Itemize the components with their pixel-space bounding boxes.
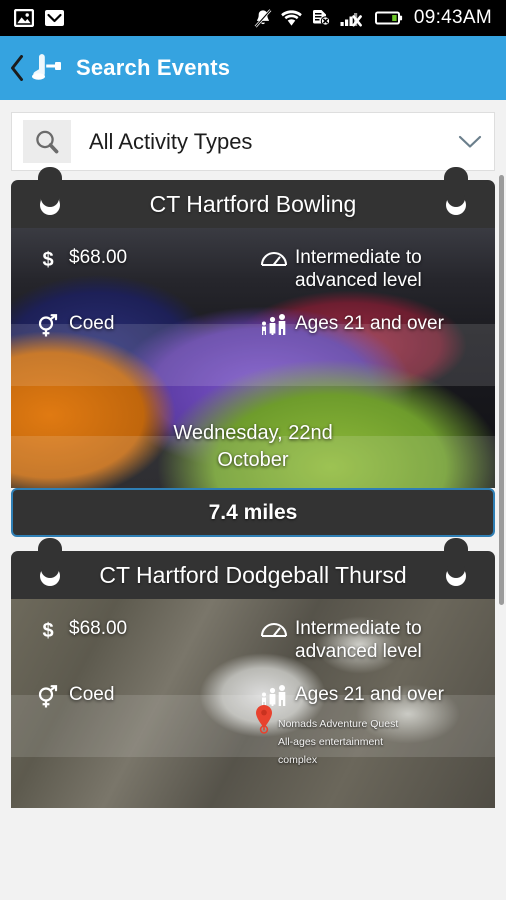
detail-value: $68.00 [69, 618, 128, 639]
map-pin-icon [256, 705, 272, 734]
detail-skill-level: Intermediate to advanced level [253, 617, 479, 663]
event-card-bowling[interactable]: CT Hartford Bowling $ $68.00 Intermediat… [11, 167, 495, 537]
detail-row: $ $68.00 Intermediate to advanced level [27, 246, 479, 292]
mute-bell-icon [254, 8, 272, 27]
map-pin-label: Nomads Adventure Quest All-ages entertai… [278, 714, 398, 768]
detail-value: Coed [69, 313, 115, 334]
event-details: $ $68.00 Intermediate to advanced level … [11, 228, 495, 338]
dollar-icon: $ [27, 617, 69, 641]
page-title: Search Events [76, 55, 231, 80]
search-icon [23, 120, 71, 163]
detail-age: Ages 21 and over [253, 312, 479, 336]
event-details: $ $68.00 Intermediate to advanced level … [11, 599, 495, 709]
event-card-body: $ $68.00 Intermediate to advanced level … [11, 228, 495, 488]
map-pin-group: Nomads Adventure Quest All-ages entertai… [254, 704, 398, 768]
back-chevron-icon[interactable] [10, 55, 24, 81]
card-hook-hole-right-icon [446, 565, 466, 586]
map-pin-desc-line2: complex [278, 754, 318, 766]
event-title: CT Hartford Dodgeball Thursd [99, 561, 407, 588]
event-list: CT Hartford Bowling $ $68.00 Intermediat… [0, 167, 506, 808]
svg-text:$: $ [42, 249, 53, 270]
wifi-icon [281, 10, 302, 26]
gender-coed-icon [27, 683, 69, 709]
gauge-icon [253, 246, 295, 268]
status-bar-notifications [8, 9, 65, 27]
vertical-scrollbar[interactable] [499, 175, 504, 605]
action-bar: Search Events [0, 36, 506, 100]
detail-value: $68.00 [69, 247, 128, 268]
event-date-line2: October [217, 449, 289, 471]
chevron-down-icon[interactable] [458, 135, 482, 149]
event-distance: 7.4 miles [208, 500, 298, 524]
detail-value: Coed [69, 684, 115, 705]
detail-row: $ $68.00 Intermediate to advanced level [27, 617, 479, 663]
card-header: CT Hartford Dodgeball Thursd [11, 551, 495, 599]
detail-price: $ $68.00 [27, 246, 253, 270]
detail-value: Intermediate to advanced level [295, 618, 422, 662]
event-card-body: $ $68.00 Intermediate to advanced level … [11, 599, 495, 808]
svg-text:$: $ [42, 620, 53, 641]
detail-gender: Coed [27, 312, 253, 338]
event-title: CT Hartford Bowling [149, 190, 357, 217]
event-card-dodgeball[interactable]: CT Hartford Dodgeball Thursd $ $68.00 In… [11, 538, 495, 808]
gender-coed-icon [27, 312, 69, 338]
card-hook-hole-left-icon [40, 194, 60, 215]
mail-icon [45, 10, 64, 26]
app-logo-icon[interactable] [30, 53, 64, 83]
event-date: Wednesday, 22nd October [11, 420, 495, 474]
detail-skill-level: Intermediate to advanced level [253, 246, 479, 292]
search-section: All Activity Types [0, 100, 506, 171]
event-distance-footer[interactable]: 7.4 miles [11, 488, 495, 537]
status-bar: 09:43AM [0, 0, 506, 36]
detail-value: Ages 21 and over [295, 313, 444, 334]
activity-type-select[interactable]: All Activity Types [11, 112, 495, 171]
app-screen: 09:43AM Search Events All Activity Types [0, 0, 506, 900]
people-ages-icon [253, 312, 295, 336]
battery-icon [374, 11, 402, 25]
event-date-line1: Wednesday, 22nd [173, 422, 333, 444]
signal-bars-x-icon [340, 12, 362, 26]
image-icon [14, 9, 34, 27]
map-pin-desc-line1: All-ages entertainment [278, 736, 384, 748]
detail-gender: Coed [27, 683, 253, 709]
card-hook-hole-right-icon [446, 194, 466, 215]
detail-row: Coed Ages 21 and over [27, 312, 479, 338]
status-bar-clock: 09:43AM [413, 7, 492, 28]
gauge-icon [253, 617, 295, 639]
detail-row: Coed Ages 21 and over [27, 683, 479, 709]
status-bar-system-icons: 09:43AM [254, 7, 498, 29]
map-pin-name: Nomads Adventure Quest [278, 718, 399, 730]
dollar-icon: $ [27, 246, 69, 270]
detail-price: $ $68.00 [27, 617, 253, 641]
detail-value: Intermediate to advanced level [295, 247, 422, 291]
card-hook-hole-left-icon [40, 565, 60, 586]
search-input[interactable]: All Activity Types [89, 129, 458, 155]
card-header: CT Hartford Bowling [11, 180, 495, 228]
sim-card-x-icon [312, 10, 331, 26]
detail-value: Ages 21 and over [295, 684, 444, 705]
